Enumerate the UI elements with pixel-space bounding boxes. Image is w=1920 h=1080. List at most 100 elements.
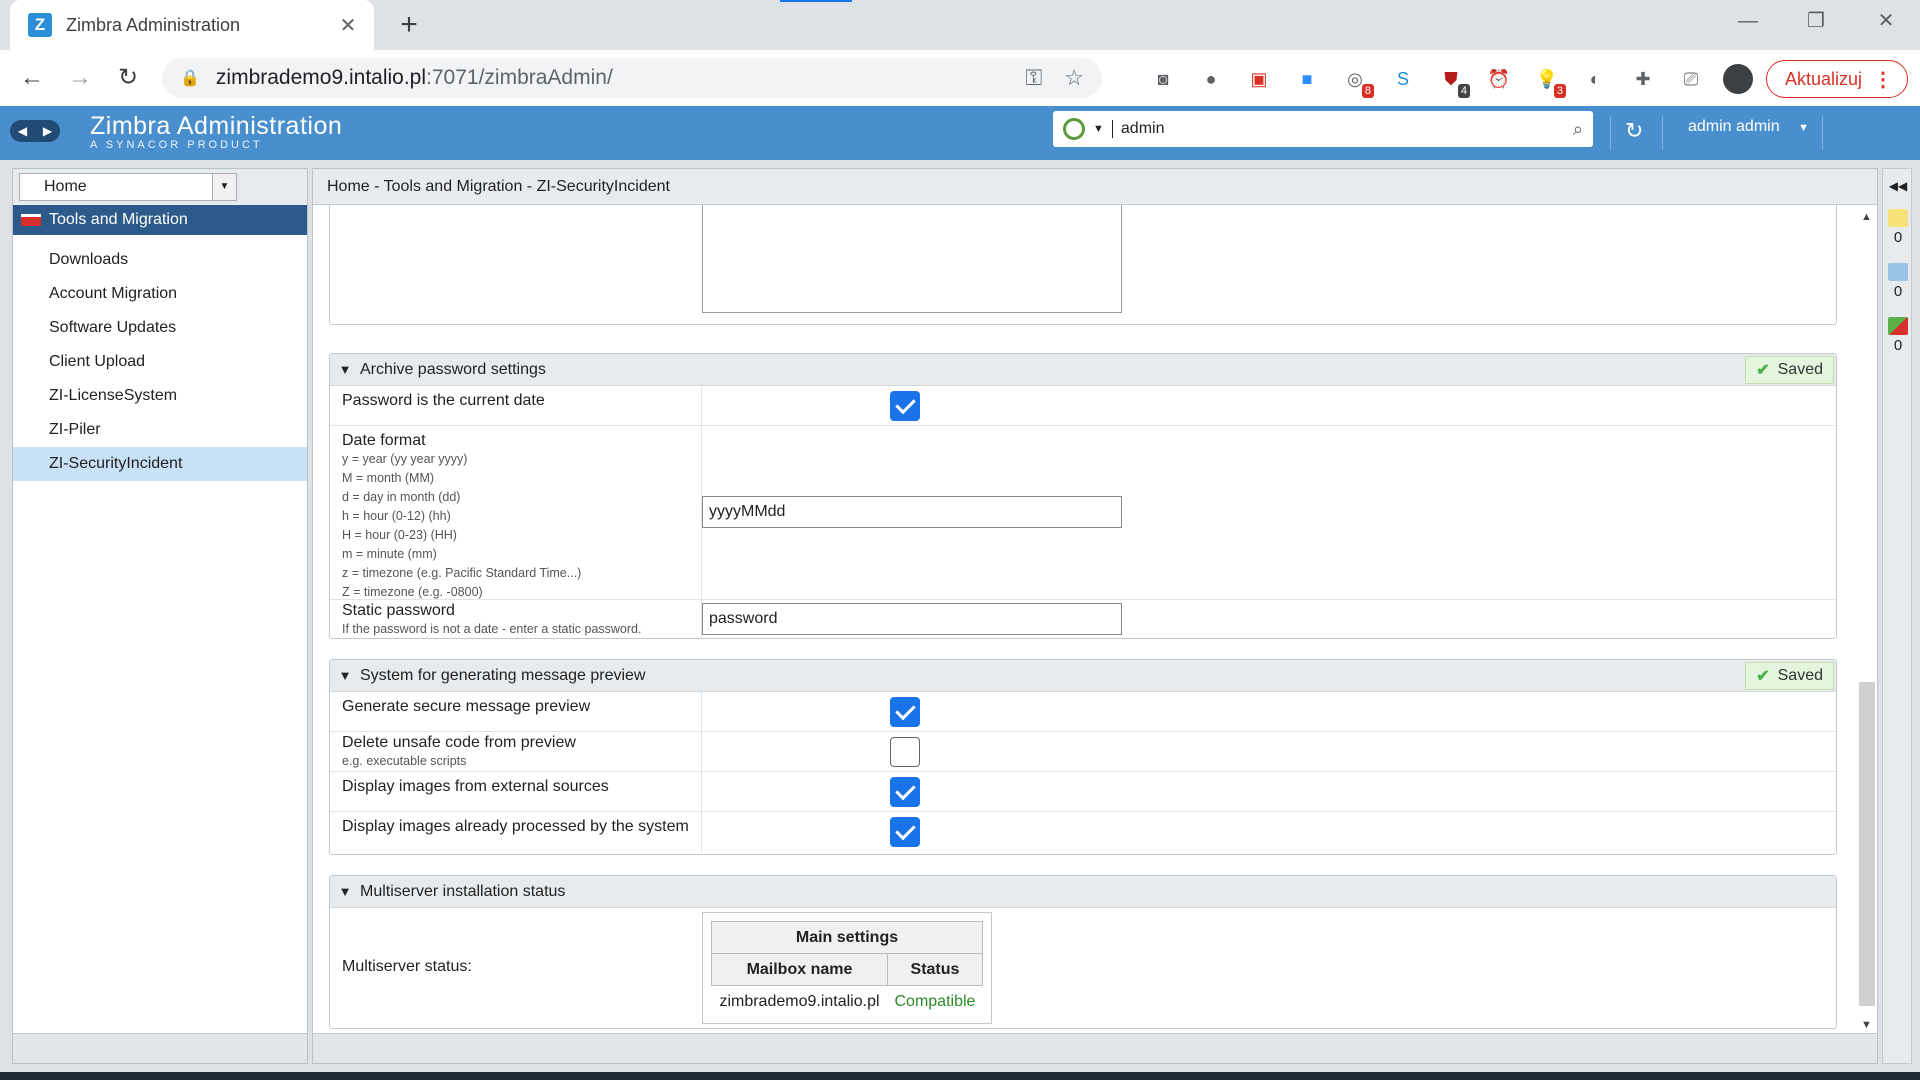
note-icon (1888, 209, 1908, 227)
search-type-icon[interactable] (1063, 118, 1085, 140)
home-selector[interactable]: Home ▼ (19, 173, 237, 201)
reload-button[interactable]: ↻ (110, 60, 146, 96)
collapse-triangle-icon[interactable]: ▼ (330, 884, 360, 899)
admin-search-box[interactable]: ▼ admin ⌕ (1053, 111, 1593, 147)
search-type-dropdown-icon[interactable]: ▼ (1093, 123, 1104, 135)
nav-item-zi-securityincident[interactable]: ZI-SecurityIncident (13, 447, 307, 481)
task-icon (1888, 263, 1908, 281)
row-multiserver-status: Multiserver status: Main settings Mailbo… (330, 908, 1836, 1028)
table-row: zimbrademo9.intalio.pl Compatible (712, 986, 983, 1018)
nav-item-zi-licensesystem[interactable]: ZI-LicenseSystem (13, 379, 307, 413)
date-format-help-h: h = hour (0-12) (hh) (342, 509, 451, 523)
collapse-triangle-icon[interactable]: ▼ (330, 362, 360, 377)
history-nav-arrows[interactable]: ◀ ▶ (10, 120, 60, 142)
left-nav-footer (13, 1033, 307, 1063)
alerts-counter[interactable]: 0 (1887, 317, 1909, 354)
address-bar[interactable]: 🔒 zimbrademo9.intalio.pl:7071/zimbraAdmi… (162, 58, 1102, 98)
password-current-date-label: Password is the current date (330, 386, 702, 425)
camera-extension-icon[interactable]: ◙ (1150, 66, 1176, 92)
user-menu[interactable]: admin admin ▼ (1688, 118, 1809, 136)
tasks-counter[interactable]: 0 (1887, 263, 1909, 300)
yin-extension-icon[interactable]: ◐ (1582, 66, 1608, 92)
circle-extension-icon[interactable]: ● (1198, 66, 1224, 92)
generate-preview-checkbox[interactable] (890, 697, 920, 727)
zimbra-header: ◀ ▶ Zimbra Administration A SYNACOR PROD… (0, 106, 1920, 160)
search-input[interactable]: admin (1111, 120, 1573, 138)
browser-toolbar: ← → ↻ 🔒 zimbrademo9.intalio.pl:7071/zimb… (0, 50, 1920, 106)
scroll-up-icon[interactable]: ▲ (1861, 211, 1872, 223)
home-bar: Home ▼ (13, 169, 307, 205)
close-window-button[interactable]: ✕ (1856, 6, 1916, 36)
nav-item-zi-piler[interactable]: ZI-Piler (13, 413, 307, 447)
taskbar-strip (0, 1072, 1920, 1080)
header-divider (1822, 116, 1823, 150)
nav-item-client-upload[interactable]: Client Upload (13, 345, 307, 379)
nav-section-tools-and-migration[interactable]: Tools and Migration (13, 205, 307, 235)
collapse-panel-icon[interactable]: ◀◀ (1887, 179, 1909, 193)
zoom-extension-icon[interactable]: ■ (1294, 66, 1320, 92)
alert-icon (1888, 317, 1908, 335)
bulb-extension-icon[interactable]: 💡 3 (1534, 66, 1566, 98)
puzzle-extensions-icon[interactable]: ✚ (1630, 66, 1656, 92)
mailbox-name-cell: zimbrademo9.intalio.pl (719, 992, 880, 1010)
collapse-triangle-icon[interactable]: ▼ (330, 668, 360, 683)
forward-arrow-icon[interactable]: ▶ (43, 124, 52, 138)
zimbra-logo[interactable]: Zimbra Administration A SYNACOR PRODUCT (90, 112, 342, 151)
chrome-extension-icon[interactable]: ◎ 8 (1342, 66, 1374, 98)
scrollbar-thumb[interactable] (1859, 682, 1875, 1006)
pocket-extension-icon[interactable]: ▣ (1246, 66, 1272, 92)
ublock-extension-icon[interactable]: ⛊ 4 (1438, 66, 1470, 98)
archive-section-header[interactable]: ▼ Archive password settings ✔ Saved (330, 354, 1836, 386)
more-menu-icon[interactable]: ⋮ (1873, 67, 1893, 92)
tab-close-icon[interactable]: ✕ (336, 13, 360, 38)
browser-tab-zimbra[interactable]: Z Zimbra Administration ✕ (10, 0, 374, 50)
restore-window-button[interactable]: ❐ (1786, 6, 1846, 36)
left-navigation: Home ▼ Tools and Migration Downloads Acc… (12, 168, 308, 1064)
textarea-field[interactable] (702, 205, 1122, 313)
nav-item-downloads[interactable]: Downloads (13, 243, 307, 277)
forward-button[interactable]: → (62, 60, 98, 96)
static-password-label: Static password (342, 602, 455, 619)
status-cell: Compatible (894, 992, 976, 1010)
update-button[interactable]: Aktualizuj ⋮ (1766, 60, 1908, 98)
new-tab-button[interactable]: + (392, 8, 426, 42)
profile-avatar-icon[interactable] (1723, 64, 1753, 94)
date-format-input[interactable]: yyyyMMdd (702, 496, 1122, 528)
cast-icon[interactable]: ⎚ (1678, 66, 1704, 92)
main-panel: Home - Tools and Migration - ZI-Security… (312, 168, 1878, 1064)
notes-counter[interactable]: 0 (1887, 209, 1909, 246)
minimize-window-button[interactable]: — (1718, 6, 1778, 36)
static-password-help: If the password is not a date - enter a … (342, 622, 642, 636)
back-arrow-icon[interactable]: ◀ (18, 124, 27, 138)
bookmark-star-icon[interactable]: ☆ (1064, 65, 1084, 91)
external-images-label: Display images from external sources (330, 772, 702, 811)
alarm-extension-icon[interactable]: ⏰ (1486, 66, 1512, 92)
tab-title: Zimbra Administration (66, 14, 241, 35)
static-password-input[interactable]: password (702, 603, 1122, 635)
refresh-icon[interactable]: ↻ (1625, 118, 1643, 144)
nav-item-software-updates[interactable]: Software Updates (13, 311, 307, 345)
multiserver-section-header[interactable]: ▼ Multiserver installation status (330, 876, 1836, 908)
multiserver-status-table: Main settings Mailbox name Status zimbra… (702, 912, 992, 1024)
nav-item-account-migration[interactable]: Account Migration (13, 277, 307, 311)
date-format-help-z: z = timezone (e.g. Pacific Standard Time… (342, 566, 582, 580)
multiserver-section: ▼ Multiserver installation status Multis… (329, 875, 1837, 1029)
message-preview-section: ▼ System for generating message preview … (329, 659, 1837, 855)
date-format-help-d: d = day in month (dd) (342, 490, 461, 504)
chevron-down-icon[interactable]: ▼ (212, 174, 236, 200)
preview-section-header[interactable]: ▼ System for generating message preview … (330, 660, 1836, 692)
scroll-down-icon[interactable]: ▼ (1861, 1019, 1872, 1031)
search-icon[interactable]: ⌕ (1573, 119, 1583, 140)
right-side-panel: ◀◀ 0 0 0 (1882, 168, 1912, 1064)
skype-extension-icon[interactable]: S (1390, 66, 1416, 92)
toolbox-icon (21, 214, 41, 226)
column-header-mailbox: Mailbox name (711, 953, 888, 986)
key-icon[interactable]: ⚿ (1026, 65, 1043, 91)
delete-unsafe-checkbox[interactable] (890, 737, 920, 767)
external-images-checkbox[interactable] (890, 777, 920, 807)
back-button[interactable]: ← (14, 60, 50, 96)
password-current-date-checkbox[interactable] (890, 391, 920, 421)
vertical-scrollbar[interactable]: ▲ ▼ (1855, 205, 1877, 1035)
processed-images-checkbox[interactable] (890, 817, 920, 847)
processed-images-label: Display images already processed by the … (330, 812, 702, 852)
